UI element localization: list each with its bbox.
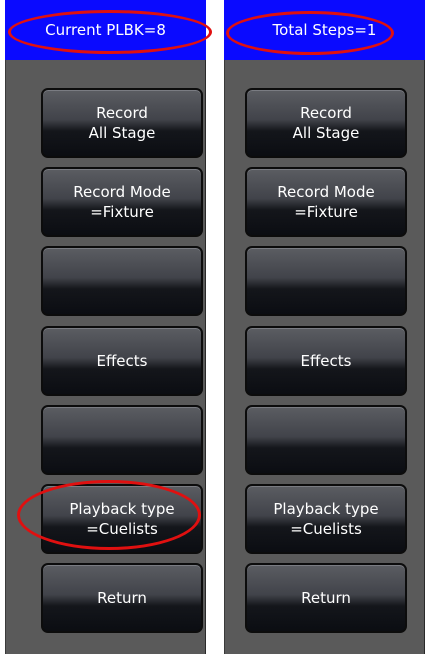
record-mode-button[interactable]: Record Mode =Fixture bbox=[245, 167, 407, 237]
button-label-line1: Record Mode bbox=[277, 183, 375, 201]
record-all-stage-button[interactable]: Record All Stage bbox=[245, 88, 407, 158]
panel-header: Current PLBK=8 bbox=[5, 0, 206, 60]
button-label-line2: =Fixture bbox=[294, 203, 358, 221]
button-label-line1: Return bbox=[97, 589, 147, 607]
record-all-stage-button[interactable]: Record All Stage bbox=[41, 88, 203, 158]
button-label-line1: Return bbox=[301, 589, 351, 607]
blank-button-2[interactable] bbox=[41, 405, 203, 475]
button-label-line1: Record bbox=[300, 104, 352, 122]
effects-button[interactable]: Effects bbox=[41, 326, 203, 396]
button-label-line2: All Stage bbox=[88, 124, 156, 142]
button-label-line1: Playback type bbox=[273, 500, 379, 518]
button-column: Record All Stage Record Mode =Fixture Ef… bbox=[5, 60, 206, 654]
playback-type-button[interactable]: Playback type =Cuelists bbox=[245, 484, 407, 554]
button-label-line1: Record Mode bbox=[73, 183, 171, 201]
blank-button-1[interactable] bbox=[41, 246, 203, 316]
blank-button-2[interactable] bbox=[245, 405, 407, 475]
effects-button[interactable]: Effects bbox=[245, 326, 407, 396]
button-label-line1: Effects bbox=[96, 352, 148, 370]
blank-button-1[interactable] bbox=[245, 246, 407, 316]
right-panel: Total Steps=1 Record All Stage Record Mo… bbox=[224, 0, 425, 654]
button-label-line1: Playback type bbox=[69, 500, 175, 518]
button-label-line2: =Cuelists bbox=[290, 520, 362, 538]
panel-header: Total Steps=1 bbox=[224, 0, 425, 60]
playback-type-button[interactable]: Playback type =Cuelists bbox=[41, 484, 203, 554]
return-button[interactable]: Return bbox=[245, 563, 407, 633]
button-label-line2: All Stage bbox=[292, 124, 360, 142]
total-steps-label: Total Steps=1 bbox=[272, 21, 377, 39]
button-label-line2: =Cuelists bbox=[86, 520, 158, 538]
button-label-line1: Effects bbox=[300, 352, 352, 370]
button-label-line1: Record bbox=[96, 104, 148, 122]
button-label-line2: =Fixture bbox=[90, 203, 154, 221]
current-playback-label: Current PLBK=8 bbox=[45, 21, 166, 39]
return-button[interactable]: Return bbox=[41, 563, 203, 633]
record-mode-button[interactable]: Record Mode =Fixture bbox=[41, 167, 203, 237]
button-column: Record All Stage Record Mode =Fixture Ef… bbox=[224, 60, 425, 654]
left-panel: Current PLBK=8 Record All Stage Record M… bbox=[5, 0, 212, 654]
